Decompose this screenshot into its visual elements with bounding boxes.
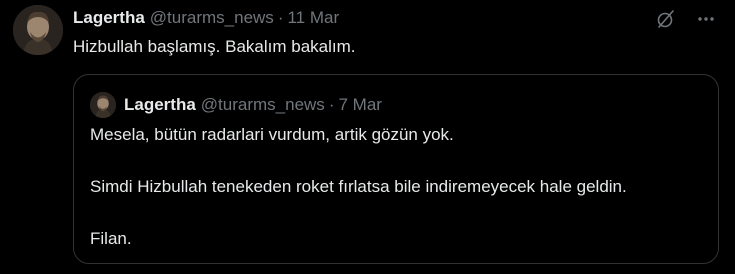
quote-text: Mesela, bütün radarlari vurdum, artik gö… [90, 124, 627, 250]
more-icon[interactable] [695, 8, 717, 30]
tweet-header: Lagertha @turarms_news · 11 Mar [73, 7, 339, 29]
quote-display-name[interactable]: Lagertha [124, 95, 196, 115]
display-name[interactable]: Lagertha [73, 8, 145, 28]
quote-paragraph: Mesela, bütün radarlari vurdum, artik gö… [90, 125, 454, 144]
quoted-tweet[interactable]: Lagertha @turarms_news · 7 Mar Mesela, b… [73, 74, 719, 264]
separator-dot: · [277, 8, 284, 27]
avatar-image [13, 5, 63, 55]
quote-user-handle[interactable]: @turarms_news [201, 95, 325, 115]
quote-avatar-image [90, 92, 116, 118]
avatar[interactable] [13, 5, 63, 55]
quote-avatar[interactable] [90, 92, 116, 118]
quote-paragraph: Simdi Hizbullah tenekeden roket fırlatsa… [90, 177, 627, 196]
user-handle[interactable]: @turarms_news [150, 8, 274, 28]
quote-header: Lagertha @turarms_news · 7 Mar [124, 94, 382, 116]
tweet[interactable]: Lagertha @turarms_news · 11 Mar Hizbulla… [0, 0, 735, 274]
quote-separator-dot: · [328, 95, 335, 114]
grok-icon[interactable] [655, 8, 677, 30]
quote-date[interactable]: 7 Mar [338, 95, 381, 115]
tweet-text: Hizbullah başlamış. Bakalım bakalım. [73, 37, 356, 56]
tweet-actions [655, 8, 717, 30]
quote-paragraph: Filan. [90, 229, 132, 248]
tweet-date[interactable]: 11 Mar [287, 8, 339, 28]
